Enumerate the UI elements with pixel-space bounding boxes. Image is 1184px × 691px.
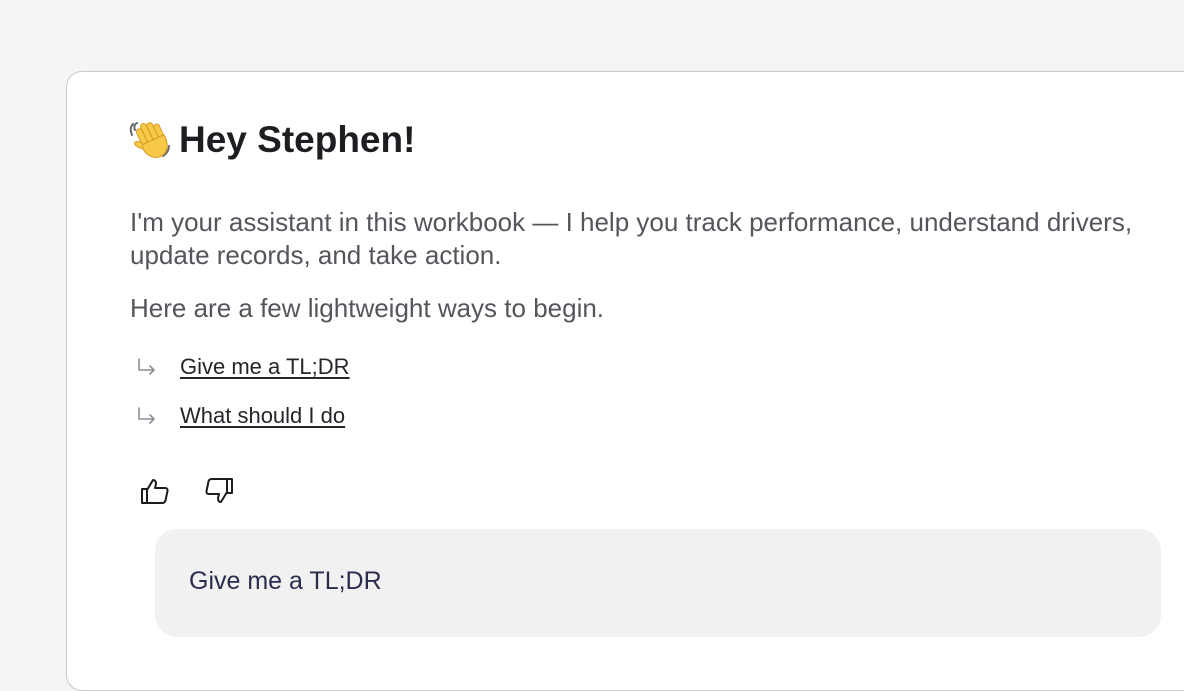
suggestion-link-tldr[interactable]: Give me a TL;DR (180, 350, 350, 384)
thumbs-down-button[interactable] (202, 474, 236, 508)
suggestion-item[interactable]: Give me a TL;DR (135, 350, 350, 384)
intro-text: I'm your assistant in this workbook — I … (130, 207, 1133, 270)
suggestion-item[interactable]: What should I do (135, 399, 345, 433)
greeting-text: Hey Stephen! (179, 119, 416, 160)
thumbs-down-icon (205, 478, 233, 503)
assistant-chat-panel: Hey Stephen! I'm your assistant in this … (66, 71, 1184, 691)
lead-text: Here are a few lightweight ways to begin… (130, 293, 605, 323)
user-message-bubble: Give me a TL;DR (155, 529, 1161, 637)
greeting-heading: Hey Stephen! (129, 118, 415, 162)
thumbs-up-icon (141, 479, 169, 504)
suggestion-link-what-should-i-do[interactable]: What should I do (180, 399, 345, 433)
waving-hand-icon (129, 122, 170, 158)
thumbs-up-button[interactable] (138, 474, 172, 508)
feedback-controls (138, 474, 236, 508)
return-arrow-icon (138, 358, 155, 375)
user-message-text: Give me a TL;DR (189, 567, 382, 595)
return-arrow-icon (138, 407, 155, 424)
